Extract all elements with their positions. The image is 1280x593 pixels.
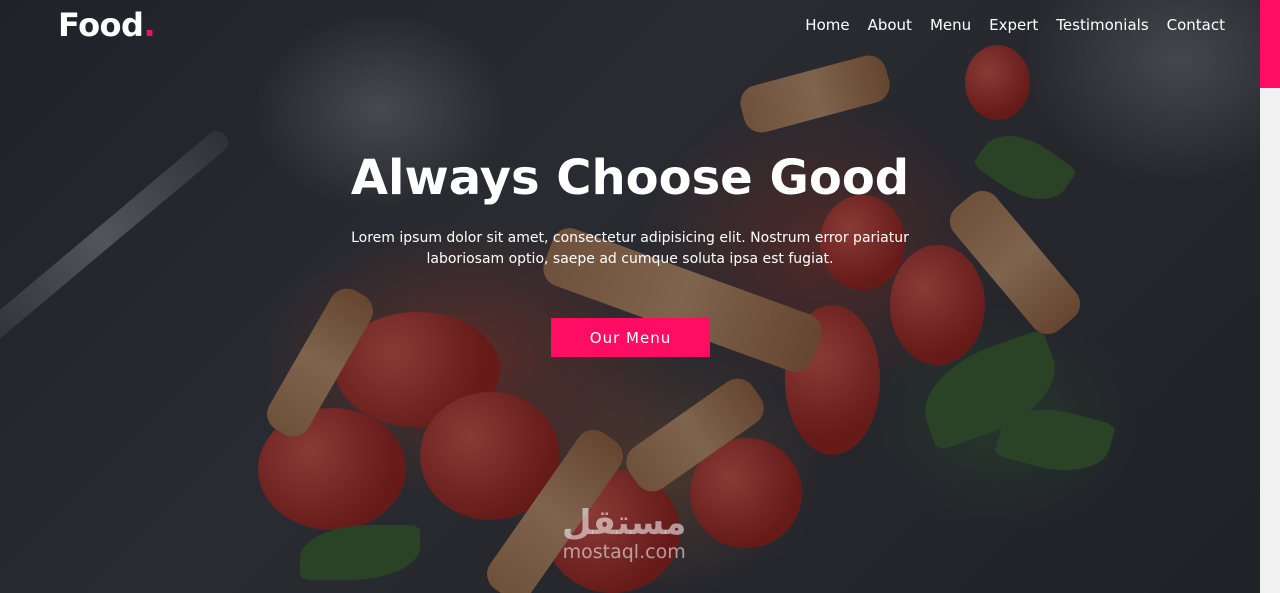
nav-home[interactable]: Home (796, 16, 858, 34)
nav-expert[interactable]: Expert (980, 16, 1047, 34)
brand-logo[interactable]: Food. (58, 6, 156, 44)
hero-title: Always Choose Good (350, 150, 910, 206)
watermark-arabic: مستقل (562, 503, 687, 543)
nav-testimonials[interactable]: Testimonials (1047, 16, 1157, 34)
nav-menu[interactable]: Menu (921, 16, 980, 34)
brand-name: Food (58, 6, 144, 44)
brand-dot: . (143, 6, 156, 44)
watermark-latin: mostaql.com (562, 541, 686, 563)
scrollbar-thumb[interactable] (1260, 0, 1280, 88)
scrollbar-track[interactable] (1260, 0, 1280, 593)
watermark-logo: مستقل mostaql.com (562, 505, 686, 563)
our-menu-button[interactable]: Our Menu (551, 318, 710, 357)
hero-subtitle: Lorem ipsum dolor sit amet, consectetur … (351, 230, 909, 267)
main-nav: Home About Menu Expert Testimonials Cont… (796, 16, 1234, 34)
nav-contact[interactable]: Contact (1158, 16, 1234, 34)
nav-about[interactable]: About (859, 16, 921, 34)
